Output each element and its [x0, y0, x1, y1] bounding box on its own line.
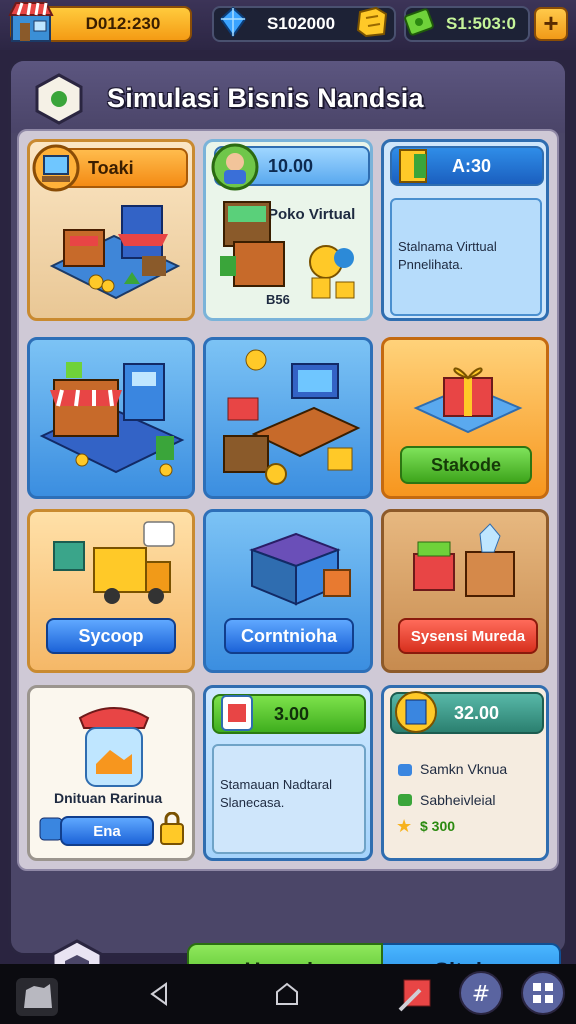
- back-icon[interactable]: [148, 982, 170, 1011]
- svg-text:#: #: [472, 982, 490, 1007]
- teal-info-tag-label: 32.00: [454, 702, 500, 723]
- card-jar[interactable]: Dnituan Rarinua Ena: [27, 685, 195, 861]
- store-illustration: [44, 196, 186, 318]
- blue-dot-icon: [398, 764, 412, 776]
- pet-icon[interactable]: [14, 974, 60, 1023]
- teal-line-2: Sabheivleial: [420, 792, 496, 808]
- cash-currency[interactable]: S1:503:0: [404, 6, 530, 42]
- photo-frame-icon: [218, 692, 258, 739]
- home-icon[interactable]: [274, 982, 300, 1011]
- shop-value: D012:230: [85, 14, 161, 33]
- card-gift[interactable]: Stakode: [381, 337, 549, 499]
- jar-button[interactable]: Ena: [60, 816, 154, 846]
- green-leaf-icon: [398, 794, 412, 806]
- panel-header: Simulasi Bisnis Nandsia: [11, 61, 565, 133]
- virtual-sub: B56: [266, 292, 290, 307]
- delivery-truck-icon: [48, 520, 182, 615]
- shopkeeper-icon: [210, 142, 260, 197]
- info-text: Stalnama Virttual Pnnelihata.: [398, 239, 497, 272]
- card-boxes[interactable]: Sysensi Mureda: [381, 509, 549, 673]
- market-illustration: [36, 350, 188, 493]
- card-market[interactable]: [27, 337, 195, 499]
- computer-icon: [32, 144, 80, 197]
- boxes-button-label: Sysensi Mureda: [410, 627, 526, 645]
- gift-button-label: Stakode: [430, 454, 502, 475]
- card-green-info[interactable]: 3.00 Stamauan Nadtaral Slanecasa.: [203, 685, 373, 861]
- jar-button-label: Ena: [93, 822, 121, 840]
- teal-line-1: Samkn Vknua: [420, 761, 508, 777]
- storage-crate-icon: [236, 520, 356, 617]
- teal-frame-icon: [394, 690, 438, 739]
- delivery-button-label: Sycoop: [78, 625, 144, 646]
- page-title: Simulasi Bisnis Nandsia: [107, 83, 424, 113]
- office-illustration: [214, 348, 368, 496]
- settings-icon[interactable]: #: [458, 970, 504, 1021]
- boxes-icon: [408, 522, 528, 613]
- storage-button[interactable]: Corntnioha: [224, 618, 354, 654]
- tools-icon[interactable]: [396, 974, 436, 1019]
- shop-icon: [6, 0, 56, 45]
- jar-caption: Dnituan Rarinua: [54, 790, 163, 806]
- teal-line-3: $ 300: [420, 818, 456, 834]
- jar-lock-icon: [158, 811, 186, 851]
- gem-value: S102000: [266, 14, 336, 33]
- jar-icon: [72, 698, 156, 795]
- grid-menu-icon[interactable]: [520, 970, 566, 1021]
- toko-tag-label: Toaki: [88, 157, 134, 178]
- star-icon: ★: [396, 816, 413, 836]
- business-grid: Toaki 10.00 Poko Virtual B56 A:30 Stalna…: [17, 129, 559, 871]
- virtual-tag-label: 10.00: [268, 155, 314, 176]
- card-teal-info[interactable]: 32.00 Samkn Vknua Sabheivleial ★ $ 300: [381, 685, 549, 861]
- card-toko[interactable]: Toaki: [27, 139, 195, 321]
- gold-box-icon: [356, 6, 390, 43]
- add-currency-button[interactable]: +: [534, 7, 568, 41]
- delivery-button[interactable]: Sycoop: [46, 618, 176, 654]
- card-info-time[interactable]: A:30 Stalnama Virttual Pnnelihata.: [381, 139, 549, 321]
- card-office[interactable]: [203, 337, 373, 499]
- green-info-text: Stamauan Nadtaral Slanecasa.: [220, 777, 333, 810]
- main-panel: Simulasi Bisnis Nandsia Toaki 10.00 Poko…: [8, 58, 568, 999]
- virtual-shop-illustration: [214, 192, 370, 318]
- gift-button[interactable]: Stakode: [400, 446, 532, 484]
- card-delivery[interactable]: Sycoop: [27, 509, 195, 673]
- card-storage[interactable]: Corntnioha: [203, 509, 373, 673]
- resource-bar: D012:230 S102000 S1:503:0 +: [0, 0, 576, 50]
- door-icon: [396, 146, 436, 191]
- game-logo-icon: [33, 73, 85, 125]
- time-tag-label: A:30: [452, 155, 492, 176]
- gem-icon: [219, 6, 247, 42]
- gift-box-icon: [410, 350, 526, 449]
- green-info-tag-label: 3.00: [274, 703, 310, 724]
- card-virtual-shop[interactable]: 10.00 Poko Virtual B56: [203, 139, 373, 321]
- gem-currency[interactable]: S102000: [212, 6, 396, 42]
- cash-value: S1:503:0: [446, 14, 516, 33]
- boxes-button[interactable]: Sysensi Mureda: [398, 618, 538, 654]
- system-nav-bar: #: [0, 964, 576, 1024]
- shop-currency[interactable]: D012:230: [8, 2, 192, 42]
- cash-icon: [404, 7, 434, 42]
- storage-button-label: Corntnioha: [241, 625, 337, 646]
